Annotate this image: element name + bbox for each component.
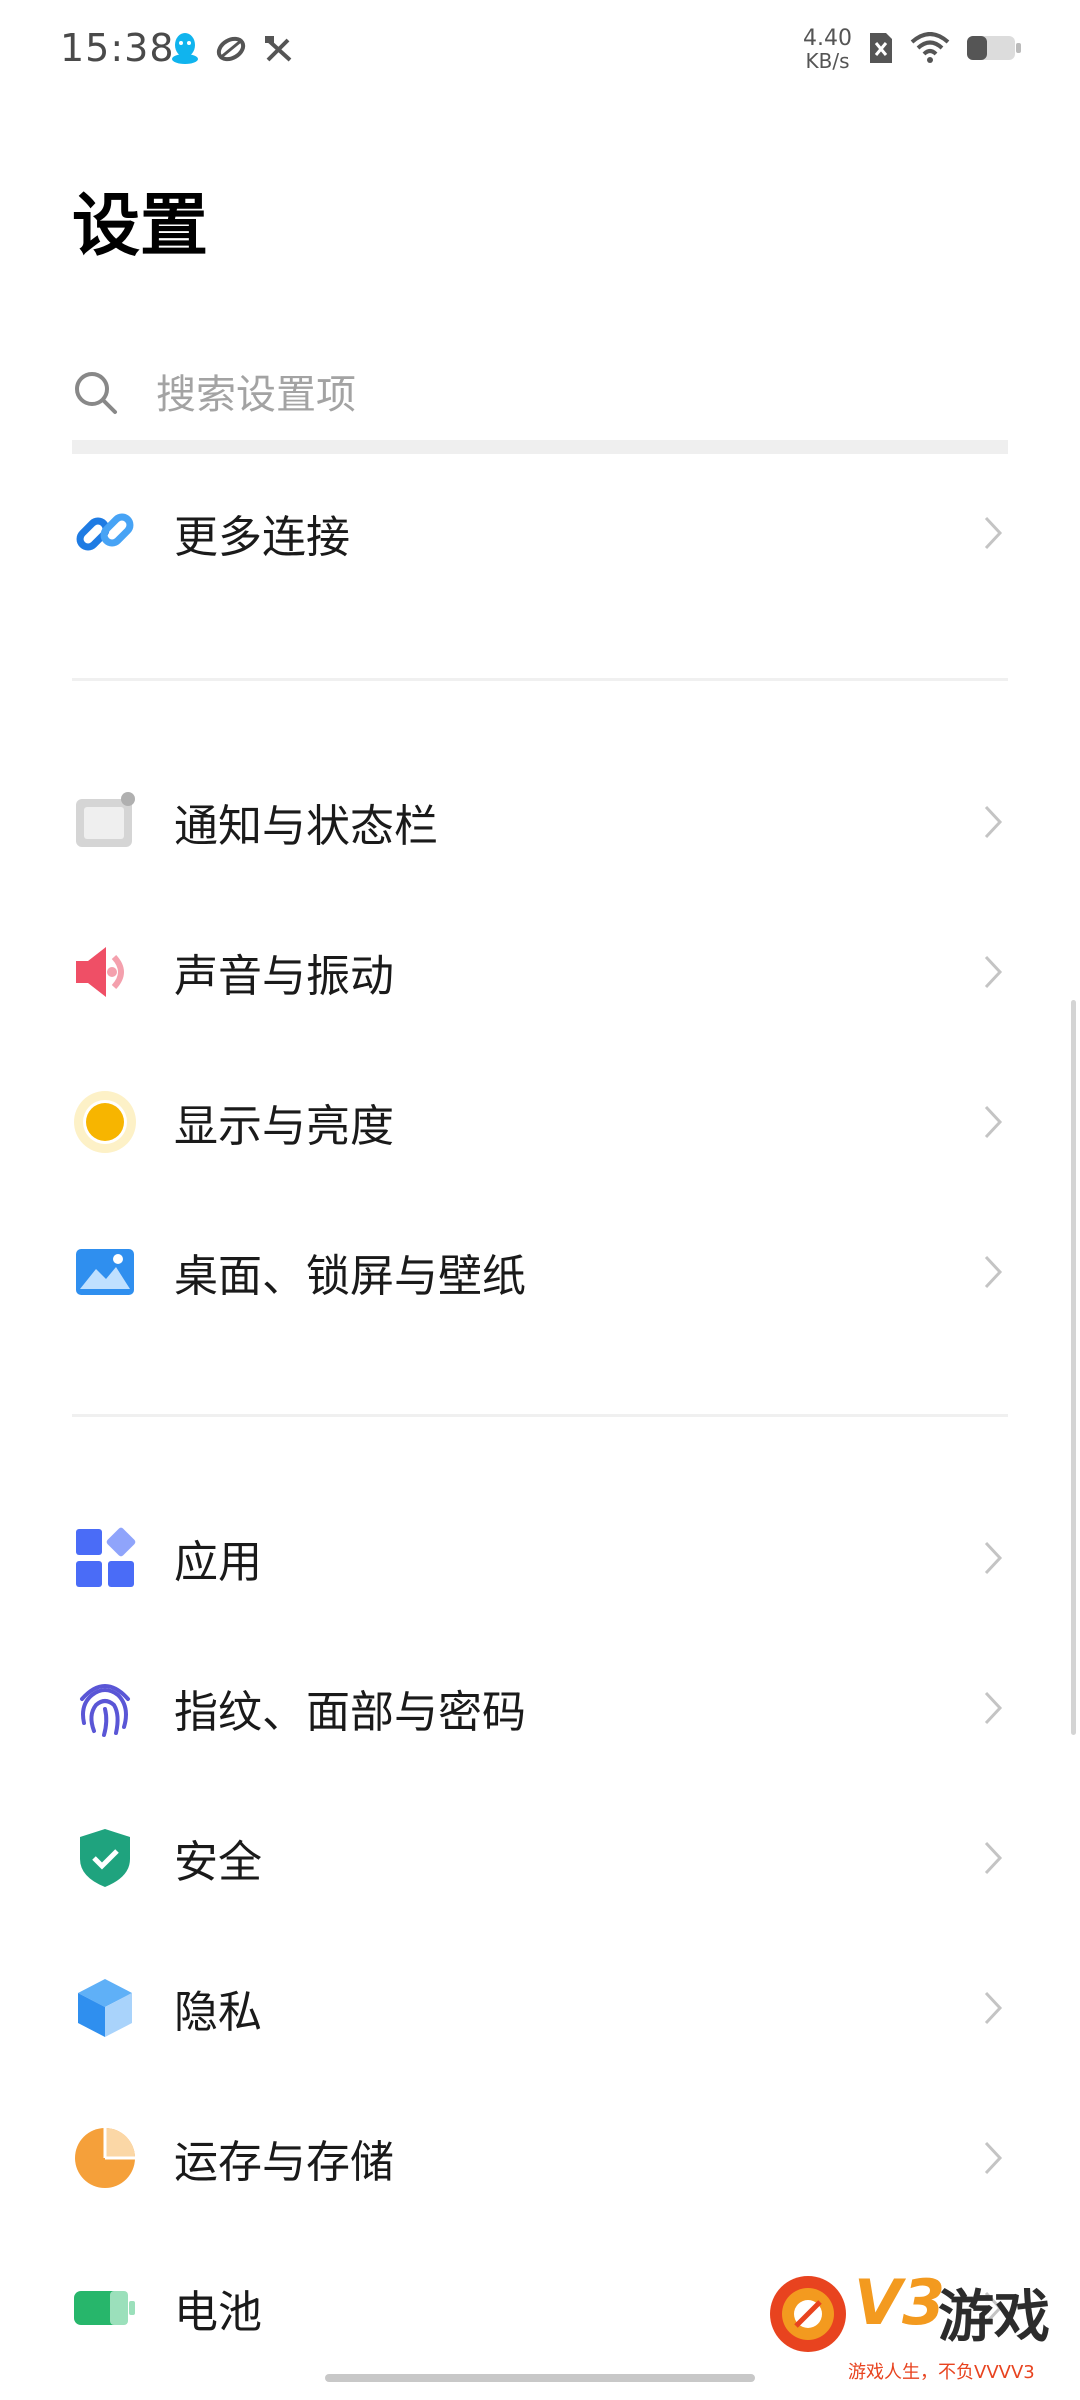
chevron-right-icon bbox=[978, 2138, 1008, 2178]
watermark-logo-text: V3 bbox=[854, 2266, 946, 2339]
settings-item-privacy[interactable]: 隐私 bbox=[72, 1938, 1008, 2078]
search-divider bbox=[72, 440, 1008, 454]
fingerprint-icon bbox=[72, 1675, 138, 1741]
settings-item-label: 应用 bbox=[174, 1537, 262, 1588]
settings-item-label: 声音与振动 bbox=[174, 951, 394, 1002]
chevron-right-icon bbox=[978, 1988, 1008, 2028]
watermark: V3 游戏 游戏人生，不负VVVV3 bbox=[766, 2260, 1066, 2390]
network-speed-value: 4.40 bbox=[803, 26, 852, 51]
sync-icon bbox=[214, 32, 248, 70]
settings-item-label: 运存与存储 bbox=[174, 2137, 394, 2188]
settings-item-notifications[interactable]: 通知与状态栏 bbox=[72, 752, 1008, 892]
scrollbar[interactable] bbox=[1071, 1000, 1076, 1735]
privacy-cube-icon bbox=[72, 1975, 138, 2041]
settings-item-storage[interactable]: 运存与存储 bbox=[72, 2088, 1008, 2228]
group-divider bbox=[72, 1414, 1008, 1417]
storage-pie-icon bbox=[72, 2125, 138, 2191]
settings-item-label: 指纹、面部与密码 bbox=[174, 1687, 526, 1738]
status-icons-left bbox=[170, 32, 296, 70]
settings-item-label: 显示与亮度 bbox=[174, 1101, 394, 1152]
network-speed: 4.40 KB/s bbox=[803, 26, 852, 73]
chevron-right-icon bbox=[978, 1252, 1008, 1292]
home-indicator[interactable] bbox=[325, 2374, 755, 2382]
watermark-tagline: 游戏人生，不负VVVV3 bbox=[848, 2362, 1035, 2383]
settings-item-label: 隐私 bbox=[174, 1987, 262, 2038]
status-time: 15:38 bbox=[60, 26, 175, 70]
network-speed-unit: KB/s bbox=[805, 49, 850, 73]
settings-item-wallpaper[interactable]: 桌面、锁屏与壁纸 bbox=[72, 1202, 1008, 1342]
chevron-right-icon bbox=[978, 1838, 1008, 1878]
chevron-right-icon bbox=[978, 513, 1008, 553]
brightness-icon bbox=[72, 1089, 138, 1155]
tools-icon bbox=[262, 32, 296, 70]
watermark-logo-icon bbox=[766, 2272, 850, 2360]
apps-icon bbox=[72, 1525, 138, 1591]
status-bar: 15:38 4.40 KB/s bbox=[0, 0, 1080, 100]
shield-icon bbox=[72, 1825, 138, 1891]
settings-item-apps[interactable]: 应用 bbox=[72, 1488, 1008, 1628]
chevron-right-icon bbox=[978, 1102, 1008, 1142]
settings-item-more-connections[interactable]: 更多连接 bbox=[72, 463, 1008, 603]
settings-item-label: 安全 bbox=[174, 1837, 262, 1888]
battery-icon bbox=[966, 33, 1022, 67]
qq-icon bbox=[170, 32, 200, 70]
sim-off-icon bbox=[868, 31, 894, 69]
status-icons-right: 4.40 KB/s bbox=[803, 28, 1022, 72]
speaker-icon bbox=[72, 939, 138, 1005]
settings-item-label: 桌面、锁屏与壁纸 bbox=[174, 1251, 526, 1302]
search-bar[interactable] bbox=[72, 350, 1008, 440]
search-input[interactable] bbox=[154, 371, 918, 419]
chevron-right-icon bbox=[978, 952, 1008, 992]
settings-item-sound[interactable]: 声音与振动 bbox=[72, 902, 1008, 1042]
search-icon bbox=[72, 369, 120, 421]
wifi-icon bbox=[910, 32, 950, 68]
group-divider bbox=[72, 678, 1008, 681]
settings-item-label: 更多连接 bbox=[174, 512, 350, 563]
wallpaper-icon bbox=[72, 1239, 138, 1305]
chevron-right-icon bbox=[978, 1538, 1008, 1578]
watermark-title: 游戏 bbox=[938, 2285, 1050, 2350]
settings-item-fingerprint[interactable]: 指纹、面部与密码 bbox=[72, 1638, 1008, 1778]
settings-item-label: 通知与状态栏 bbox=[174, 801, 438, 852]
settings-item-security[interactable]: 安全 bbox=[72, 1788, 1008, 1928]
page-title: 设置 bbox=[72, 187, 209, 266]
link-icon bbox=[72, 500, 138, 566]
battery-icon bbox=[72, 2275, 138, 2341]
chevron-right-icon bbox=[978, 1688, 1008, 1728]
settings-item-display[interactable]: 显示与亮度 bbox=[72, 1052, 1008, 1192]
notification-icon bbox=[72, 789, 138, 855]
chevron-right-icon bbox=[978, 802, 1008, 842]
